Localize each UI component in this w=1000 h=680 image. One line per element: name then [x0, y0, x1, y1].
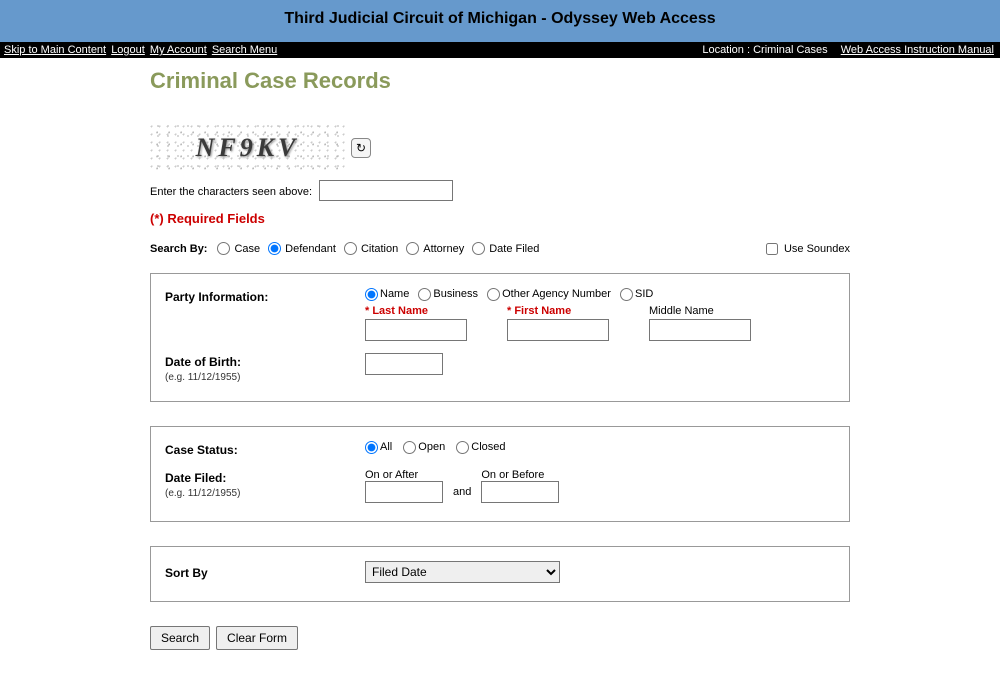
- radio-business-label: Business: [433, 288, 478, 300]
- radio-closed-label: Closed: [471, 441, 505, 453]
- radio-attorney-label: Attorney: [423, 243, 464, 255]
- radio-other-agency[interactable]: [487, 288, 500, 301]
- party-info-label: Party Information:: [165, 288, 365, 304]
- search-by-label: Search By:: [150, 243, 207, 255]
- radio-attorney[interactable]: [406, 242, 419, 255]
- radio-date-filed-label: Date Filed: [489, 243, 539, 255]
- dob-hint: (e.g. 11/12/1955): [165, 372, 240, 383]
- case-status-label: Case Status:: [165, 441, 365, 457]
- search-by-row: Search By: Case Defendant Citation Attor…: [150, 242, 850, 255]
- instruction-manual-link[interactable]: Web Access Instruction Manual: [841, 44, 994, 56]
- nav-left: Skip to Main Content Logout My Account S…: [4, 44, 279, 56]
- party-type-radios: Name Business Other Agency Number SID: [365, 288, 835, 301]
- middle-name-input[interactable]: [649, 319, 751, 341]
- radio-defendant[interactable]: [268, 242, 281, 255]
- radio-case[interactable]: [217, 242, 230, 255]
- on-before-input[interactable]: [481, 481, 559, 503]
- radio-name-label: Name: [380, 288, 409, 300]
- on-before-label: On or Before: [481, 469, 559, 481]
- first-name-input[interactable]: [507, 319, 609, 341]
- search-by-radio-group: Search By: Case Defendant Citation Attor…: [150, 242, 545, 255]
- required-fields-note: (*) Required Fields: [150, 211, 850, 226]
- radio-citation-label: Citation: [361, 243, 398, 255]
- captcha-row: NF9KV ↻: [150, 124, 850, 172]
- date-filed-label: Date Filed:: [165, 471, 226, 485]
- skip-link[interactable]: Skip to Main Content: [4, 44, 106, 56]
- on-after-label: On or After: [365, 469, 443, 481]
- captcha-input-row: Enter the characters seen above:: [150, 180, 850, 201]
- radio-defendant-label: Defendant: [285, 243, 336, 255]
- soundex-checkbox[interactable]: [766, 243, 778, 255]
- logout-link[interactable]: Logout: [111, 44, 145, 56]
- radio-closed[interactable]: [456, 441, 469, 454]
- date-filed-fields: On or After and On or Before: [365, 469, 835, 503]
- my-account-link[interactable]: My Account: [150, 44, 207, 56]
- search-button[interactable]: Search: [150, 626, 210, 650]
- captcha-input[interactable]: [319, 180, 453, 201]
- clear-form-button[interactable]: Clear Form: [216, 626, 298, 650]
- sort-by-select[interactable]: Filed Date: [365, 561, 560, 583]
- main-content: Criminal Case Records NF9KV ↻ Enter the …: [150, 58, 850, 680]
- radio-sid[interactable]: [620, 288, 633, 301]
- refresh-captcha-button[interactable]: ↻: [351, 138, 371, 158]
- radio-citation[interactable]: [344, 242, 357, 255]
- radio-sid-label: SID: [635, 288, 653, 300]
- last-name-input[interactable]: [365, 319, 467, 341]
- radio-case-label: Case: [234, 243, 260, 255]
- soundex-label: Use Soundex: [784, 243, 850, 255]
- captcha-image: NF9KV: [150, 124, 345, 172]
- button-row: Search Clear Form: [150, 626, 850, 650]
- sort-by-box: Sort By Filed Date: [150, 546, 850, 602]
- radio-open[interactable]: [403, 441, 416, 454]
- dob-label: Date of Birth:: [165, 355, 241, 369]
- date-filed-hint: (e.g. 11/12/1955): [165, 488, 240, 499]
- radio-other-agency-label: Other Agency Number: [502, 288, 611, 300]
- party-info-box: Party Information: Name Business Other A…: [150, 273, 850, 402]
- radio-date-filed[interactable]: [472, 242, 485, 255]
- status-radios: All Open Closed: [365, 441, 835, 454]
- page-title: Criminal Case Records: [150, 68, 850, 94]
- nav-bar: Skip to Main Content Logout My Account S…: [0, 42, 1000, 58]
- sort-by-label: Sort By: [165, 564, 365, 580]
- radio-open-label: Open: [418, 441, 445, 453]
- radio-all-label: All: [380, 441, 392, 453]
- location-text: Location : Criminal Cases: [702, 44, 827, 56]
- name-fields: * Last Name * First Name Middle Name: [365, 305, 835, 341]
- captcha-label: Enter the characters seen above:: [150, 186, 312, 198]
- radio-all[interactable]: [365, 441, 378, 454]
- and-text: and: [453, 486, 471, 503]
- nav-right: Location : Criminal Cases Web Access Ins…: [702, 44, 996, 56]
- middle-name-label: Middle Name: [649, 305, 751, 317]
- soundex-group: Use Soundex: [766, 243, 850, 255]
- refresh-icon: ↻: [356, 141, 366, 155]
- header-bar: Third Judicial Circuit of Michigan - Ody…: [0, 0, 1000, 42]
- on-after-input[interactable]: [365, 481, 443, 503]
- case-status-box: Case Status: All Open Closed Date Filed:…: [150, 426, 850, 522]
- page-header-title: Third Judicial Circuit of Michigan - Ody…: [0, 10, 1000, 28]
- last-name-label: * Last Name: [365, 305, 467, 317]
- dob-input[interactable]: [365, 353, 443, 375]
- radio-name[interactable]: [365, 288, 378, 301]
- radio-business[interactable]: [418, 288, 431, 301]
- first-name-label: * First Name: [507, 305, 609, 317]
- search-menu-link[interactable]: Search Menu: [212, 44, 277, 56]
